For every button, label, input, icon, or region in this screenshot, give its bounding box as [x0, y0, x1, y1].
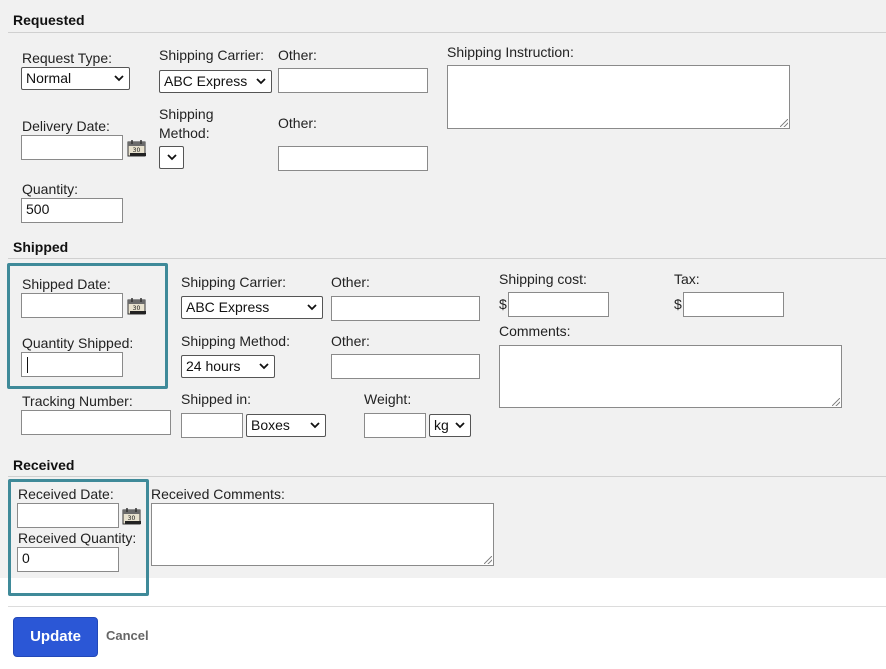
delivery-date-input[interactable] [21, 135, 123, 160]
shipped-method-other-input[interactable] [331, 354, 480, 379]
chevron-down-icon [167, 154, 177, 161]
requested-method-label-line2: Method: [159, 125, 210, 141]
requested-carrier-value: ABC Express [164, 73, 248, 89]
svg-text:30: 30 [128, 515, 136, 522]
shipped-comments-textarea[interactable] [499, 345, 842, 408]
section-divider [8, 32, 886, 33]
tax-label: Tax: [674, 271, 700, 287]
resize-handle-icon[interactable] [780, 119, 788, 127]
resize-handle-icon[interactable] [832, 398, 840, 406]
quantity-input[interactable]: 500 [21, 198, 123, 223]
shipping-instruction-label: Shipping Instruction: [447, 44, 574, 60]
shipped-carrier-label: Shipping Carrier: [181, 274, 287, 290]
shipped-method-value: 24 hours [186, 358, 241, 374]
shipped-method-select[interactable]: 24 hours [181, 355, 275, 378]
received-date-label: Received Date: [18, 486, 114, 502]
section-title-requested: Requested [13, 12, 85, 28]
calendar-icon[interactable]: 30 [127, 139, 147, 157]
request-type-select[interactable]: Normal [21, 67, 130, 90]
delivery-date-label: Delivery Date: [22, 118, 110, 134]
requested-method-label-line1: Shipping [159, 106, 214, 122]
shipped-comments-label: Comments: [499, 323, 571, 339]
chevron-down-icon [455, 422, 465, 429]
requested-method-select[interactable] [159, 146, 184, 169]
requested-carrier-select[interactable]: ABC Express [159, 70, 272, 93]
shipped-in-unit-select[interactable]: Boxes [246, 414, 326, 437]
weight-input[interactable] [364, 413, 426, 438]
quantity-shipped-label: Quantity Shipped: [22, 335, 134, 351]
requested-carrier-label: Shipping Carrier: [159, 47, 265, 63]
shipping-cost-currency: $ [499, 296, 507, 312]
requested-carrier-other-input[interactable] [278, 68, 428, 93]
request-type-value: Normal [26, 70, 72, 86]
shipping-instruction-textarea[interactable] [447, 65, 790, 129]
requested-carrier-other-label: Other: [278, 47, 317, 63]
svg-text:30: 30 [133, 147, 141, 154]
chevron-down-icon [259, 363, 269, 370]
received-comments-label: Received Comments: [151, 486, 285, 502]
chevron-down-icon [310, 422, 320, 429]
shipping-cost-label: Shipping cost: [499, 271, 587, 287]
shipped-in-unit-value: Boxes [251, 417, 290, 433]
tracking-number-label: Tracking Number: [22, 393, 133, 409]
shipped-carrier-select[interactable]: ABC Express [181, 296, 323, 319]
chevron-down-icon [114, 75, 124, 82]
shipping-cost-input[interactable] [508, 292, 609, 317]
shipped-method-other-label: Other: [331, 333, 370, 349]
section-divider [8, 258, 886, 259]
request-type-label: Request Type: [22, 50, 113, 66]
chevron-down-icon [256, 78, 266, 85]
shipped-carrier-other-label: Other: [331, 274, 370, 290]
calendar-icon[interactable]: 30 [122, 507, 142, 525]
text-cursor [27, 357, 28, 373]
tax-input[interactable] [683, 292, 784, 317]
shipped-method-label: Shipping Method: [181, 333, 290, 349]
received-quantity-input[interactable]: 0 [17, 547, 119, 572]
shipped-in-label: Shipped in: [181, 391, 252, 407]
section-title-received: Received [13, 457, 75, 473]
footer-divider [8, 606, 886, 607]
tracking-number-input[interactable] [21, 410, 171, 435]
shipped-date-label: Shipped Date: [22, 276, 111, 292]
update-button[interactable]: Update [13, 617, 98, 657]
received-comments-textarea[interactable] [151, 503, 494, 566]
tax-currency: $ [674, 296, 682, 312]
cancel-link[interactable]: Cancel [106, 628, 149, 643]
weight-unit-select[interactable]: kg [429, 414, 471, 437]
section-divider [8, 476, 886, 477]
svg-text:30: 30 [133, 305, 141, 312]
section-title-shipped: Shipped [13, 239, 69, 255]
shipped-date-input[interactable] [21, 293, 123, 318]
chevron-down-icon [307, 304, 317, 311]
shipped-carrier-other-input[interactable] [331, 296, 480, 321]
resize-handle-icon[interactable] [484, 556, 492, 564]
quantity-shipped-input[interactable] [21, 352, 123, 377]
calendar-icon[interactable]: 30 [127, 297, 147, 315]
requested-method-other-input[interactable] [278, 146, 428, 171]
weight-unit-value: kg [434, 417, 449, 433]
shipped-in-input[interactable] [181, 413, 243, 438]
quantity-label: Quantity: [22, 181, 79, 197]
requested-method-other-label: Other: [278, 115, 317, 131]
received-date-input[interactable] [17, 503, 119, 528]
shipped-carrier-value: ABC Express [186, 299, 270, 315]
received-quantity-label: Received Quantity: [18, 530, 137, 546]
weight-label: Weight: [364, 391, 412, 407]
